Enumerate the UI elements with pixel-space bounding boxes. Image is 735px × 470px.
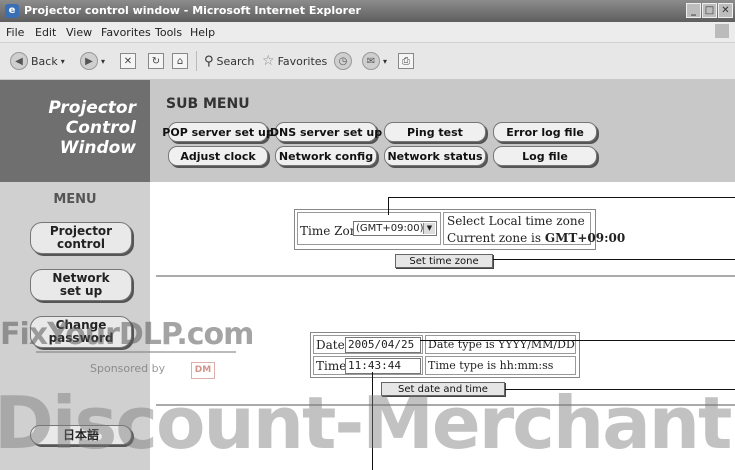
search-icon: ⚲ (204, 53, 214, 69)
menu-help[interactable]: Help (190, 26, 215, 39)
refresh-icon: ↻ (148, 53, 164, 69)
menu-file[interactable]: File (6, 26, 24, 39)
adjust-clock-button[interactable]: Adjust clock (168, 146, 268, 166)
time-zone-form: Time Zone (GMT+09:00) ▼ Select Local tim… (294, 209, 625, 250)
back-button[interactable]: ◀ Back ▾ (10, 52, 65, 70)
history-icon: ◷ (334, 52, 352, 70)
watermark-banner: Discount-Merchant.com (0, 381, 735, 465)
projector-control-window-logo: Projector Control Window (0, 80, 150, 182)
browser-toolbar: ◀ Back ▾ ▶ ▾ ✕ ↻ ⌂ ⚲ Search ☆ Favorites … (0, 43, 735, 80)
watermark-site: FixYourDLP.com (0, 317, 254, 352)
log-file-button[interactable]: Log file (493, 146, 597, 166)
projector-control-button[interactable]: Projector control (30, 222, 132, 254)
network-setup-button[interactable]: Network set up (30, 269, 132, 301)
windows-logo-icon (715, 24, 729, 38)
refresh-button[interactable]: ↻ (148, 52, 164, 70)
callout-line (420, 340, 735, 341)
set-time-zone-button[interactable]: Set time zone (395, 254, 493, 268)
ie-icon: e (5, 4, 19, 18)
minimize-icon[interactable]: _ (686, 3, 701, 18)
date-input[interactable]: 2005/04/25 (345, 337, 421, 353)
callout-line (388, 197, 735, 198)
network-status-button[interactable]: Network status (384, 146, 486, 166)
callout-line (493, 259, 735, 260)
menu-tools[interactable]: Tools (155, 26, 182, 39)
time-input[interactable]: 11:43:44 (345, 358, 421, 374)
network-config-button[interactable]: Network config (275, 146, 377, 166)
mail-button[interactable]: ✉ ▾ (362, 52, 387, 70)
menu-favorites[interactable]: Favorites (101, 26, 151, 39)
toolbar-divider (196, 51, 197, 71)
chevron-down-icon: ▾ (60, 56, 65, 66)
back-arrow-icon: ◀ (10, 52, 28, 70)
print-button[interactable]: ⎙ (398, 52, 414, 70)
search-button[interactable]: ⚲ Search (204, 52, 254, 70)
home-button[interactable]: ⌂ (172, 52, 188, 70)
current-zone-text: Current zone is GMT+09:00 (447, 231, 626, 245)
menu-edit[interactable]: Edit (35, 26, 56, 39)
stop-icon: ✕ (120, 53, 136, 69)
ping-test-button[interactable]: Ping test (384, 122, 486, 142)
dropdown-arrow-icon: ▼ (423, 223, 435, 234)
time-label: Time (316, 359, 347, 373)
date-label: Date (316, 338, 345, 352)
home-icon: ⌂ (172, 53, 188, 69)
watermark-underline (36, 351, 236, 353)
favorites-button[interactable]: ☆ Favorites (262, 52, 327, 70)
chevron-down-icon: ▾ (383, 56, 388, 66)
section-divider (156, 275, 735, 277)
print-icon: ⎙ (398, 53, 414, 69)
history-button[interactable]: ◷ (334, 52, 352, 70)
date-time-form: Date 2005/04/25 Date type is YYYY/MM/DD … (310, 332, 580, 378)
current-zone-value: GMT+09:00 (544, 231, 626, 245)
forward-arrow-icon: ▶ (80, 52, 98, 70)
time-format-hint: Time type is hh:mm:ss (428, 359, 554, 372)
chevron-down-icon: ▾ (101, 56, 106, 66)
sub-menu-panel: SUB MENU POP server set up DNS server se… (150, 80, 735, 182)
window-titlebar: e Projector control window - Microsoft I… (0, 0, 735, 22)
forward-button[interactable]: ▶ ▾ (80, 52, 105, 70)
callout-line (388, 197, 389, 215)
maximize-icon[interactable]: □ (702, 3, 717, 18)
browser-menubar: File Edit View Favorites Tools Help (0, 22, 735, 43)
dns-server-setup-button[interactable]: DNS server set up (270, 122, 382, 142)
mail-icon: ✉ (362, 52, 380, 70)
menu-view[interactable]: View (66, 26, 92, 39)
time-zone-select[interactable]: (GMT+09:00) ▼ (353, 221, 437, 236)
pop-server-setup-button[interactable]: POP server set up (162, 122, 274, 142)
sub-menu-title: SUB MENU (166, 96, 250, 112)
stop-button[interactable]: ✕ (120, 52, 136, 70)
sponsor-logo: DM (191, 362, 215, 379)
star-icon: ☆ (262, 53, 275, 69)
error-log-file-button[interactable]: Error log file (493, 122, 597, 142)
menu-heading: MENU (53, 192, 97, 207)
time-zone-hint: Select Local time zone (447, 214, 585, 228)
window-title: Projector control window - Microsoft Int… (24, 4, 361, 17)
watermark-sponsored: Sponsored by (90, 362, 166, 375)
close-icon[interactable]: ✕ (718, 3, 733, 18)
